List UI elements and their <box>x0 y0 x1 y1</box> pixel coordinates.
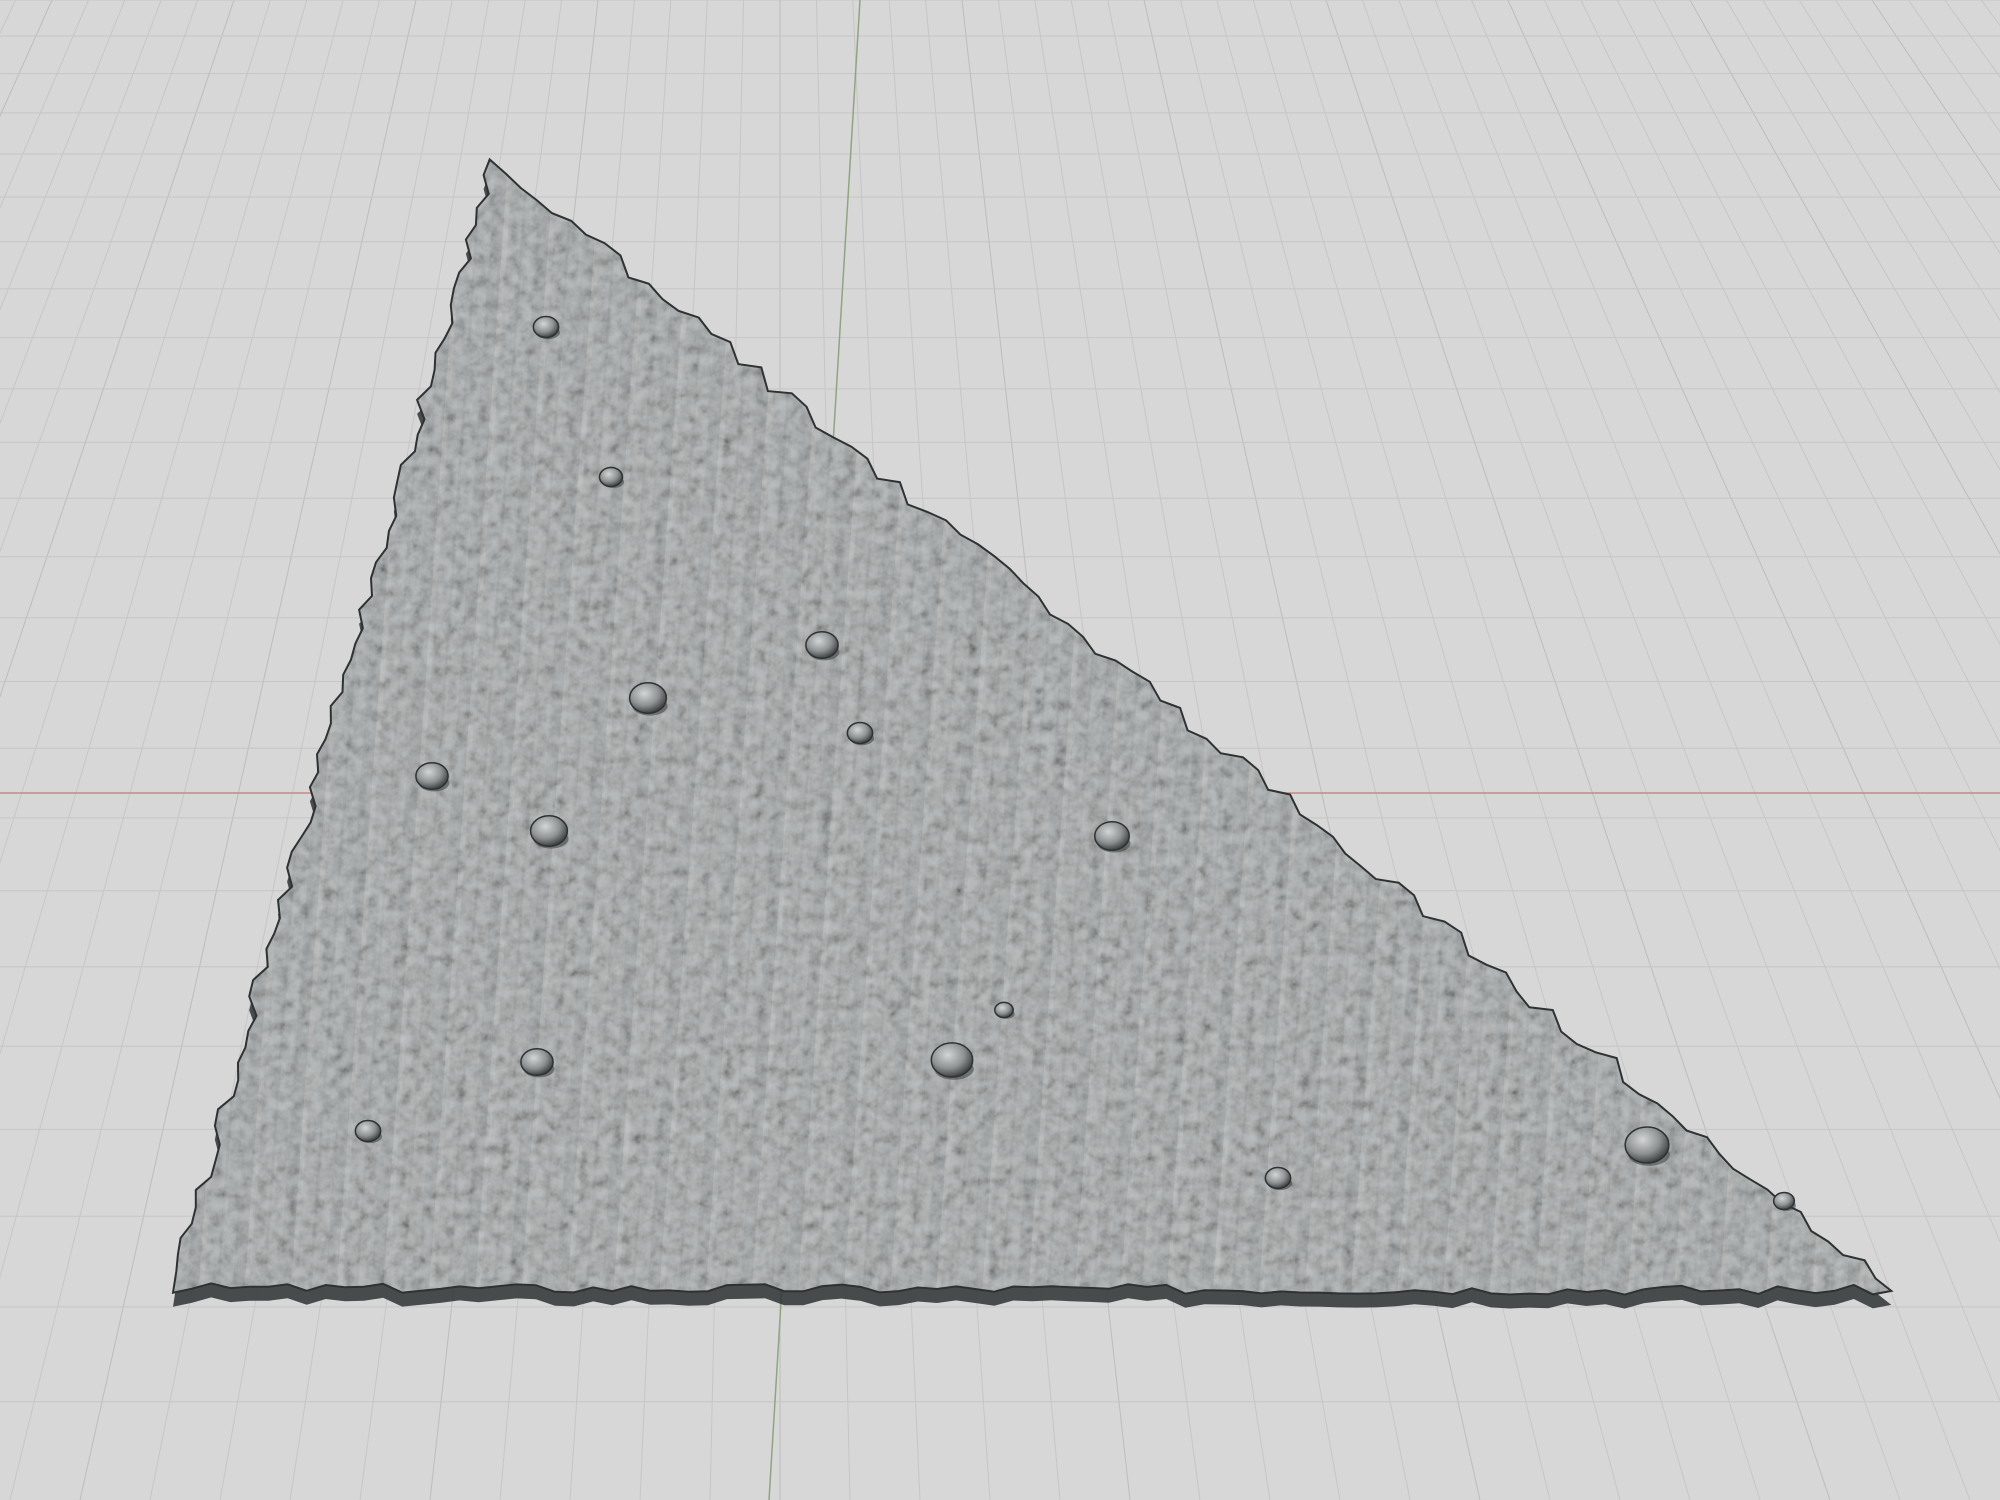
pebble <box>415 761 449 791</box>
grid-line <box>0 0 126 311</box>
pebble <box>628 682 668 714</box>
pebble <box>930 1042 974 1078</box>
pebble <box>1094 821 1130 851</box>
pebble <box>532 315 560 339</box>
grid-line <box>0 0 199 553</box>
grid-line <box>1907 0 2000 133</box>
pebble <box>994 1001 1014 1019</box>
viewport-canvas[interactable] <box>0 0 2000 1500</box>
pebble <box>1772 1191 1796 1211</box>
terrain-mesh[interactable] <box>171 157 1894 1309</box>
pebble <box>846 721 874 745</box>
grid-line <box>0 0 53 118</box>
grid-line <box>0 0 162 425</box>
mesh-roughness <box>173 159 1892 1295</box>
3d-viewport[interactable] <box>0 0 2000 1500</box>
grid-line <box>1944 0 2000 78</box>
pebble <box>1264 1166 1292 1190</box>
pebble <box>1624 1126 1670 1164</box>
grid-line <box>0 0 17 35</box>
pebble <box>805 630 839 660</box>
pebble <box>598 466 624 488</box>
pebble <box>354 1119 382 1143</box>
pebble <box>529 815 569 847</box>
pebble <box>520 1047 554 1077</box>
grid-line <box>1871 0 2000 192</box>
grid-line <box>1980 0 2000 27</box>
